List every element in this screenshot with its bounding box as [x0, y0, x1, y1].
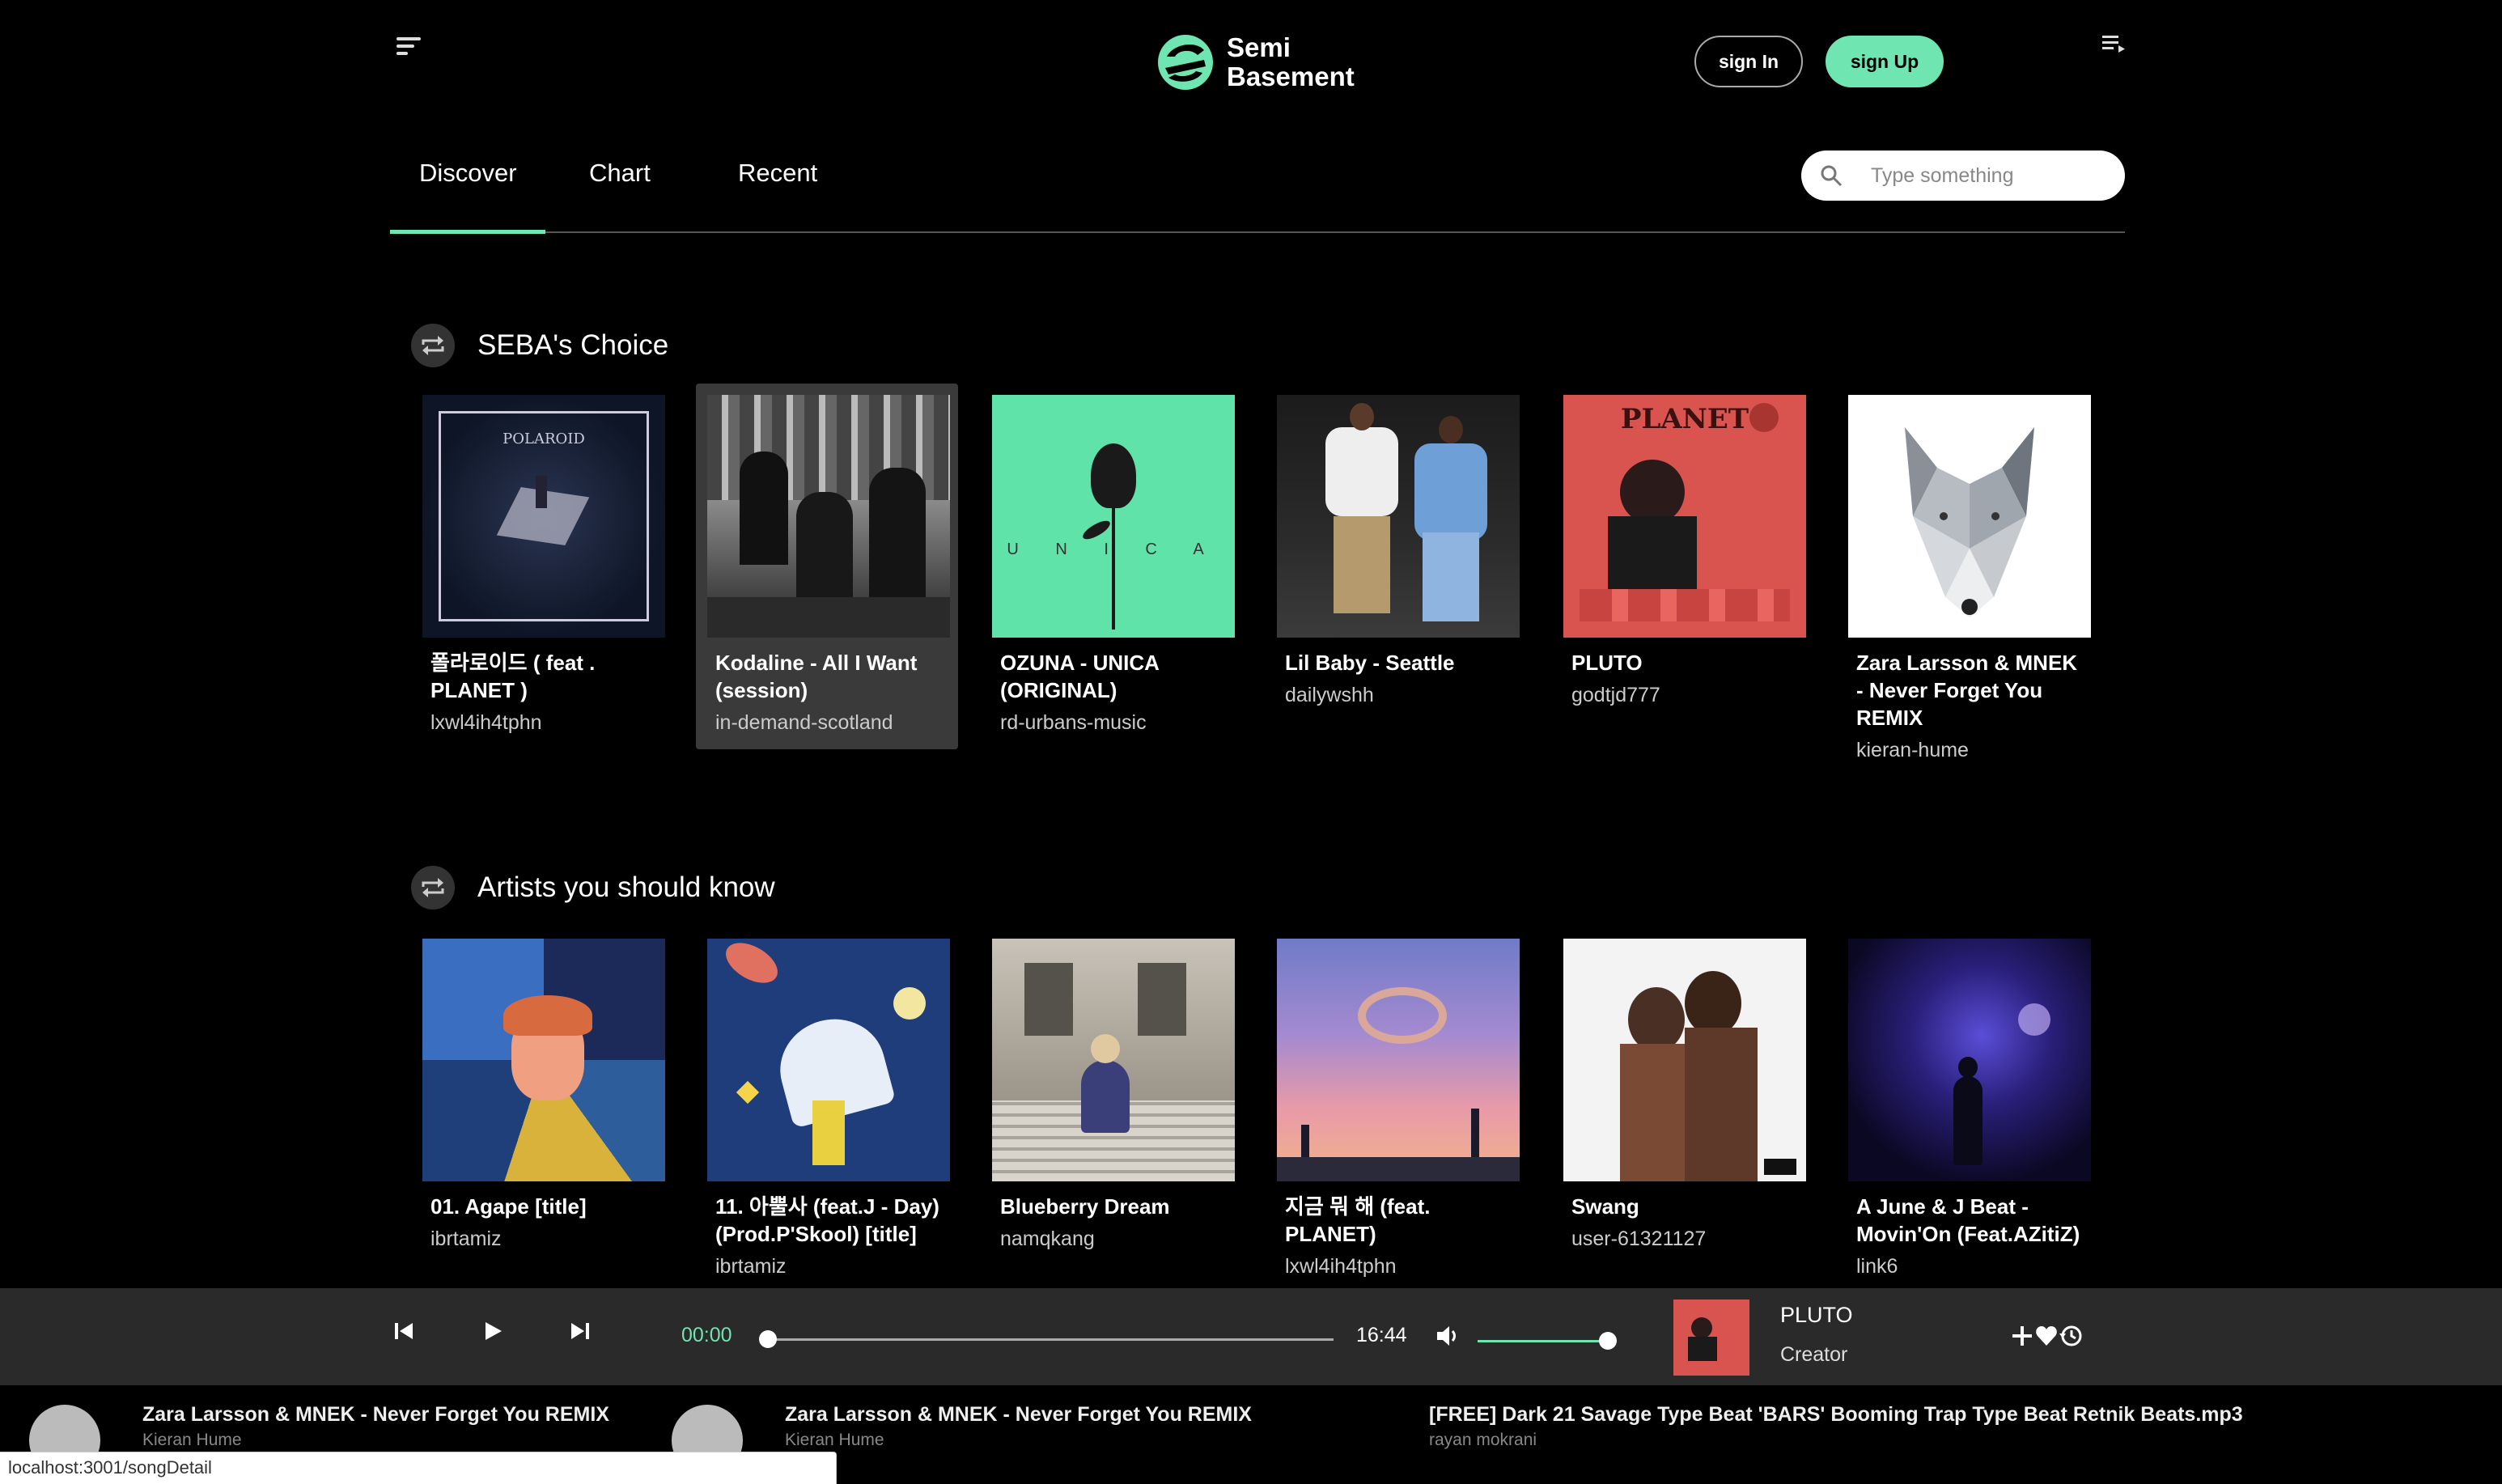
album-cover	[992, 939, 1235, 1181]
song-artist[interactable]: godtjd777	[1563, 681, 1803, 709]
logo-text-line1: Semi	[1227, 32, 1291, 62]
search-input[interactable]	[1871, 163, 2114, 188]
song-artist[interactable]: dailywshh	[1277, 681, 1516, 709]
song-title: 지금 뭐 해 (feat. PLANET)	[1285, 1194, 1431, 1246]
tab-discover[interactable]: Discover	[419, 159, 517, 188]
song-card[interactable]: Swang user-61321127	[1552, 927, 1814, 1266]
play-icon[interactable]	[482, 1321, 503, 1342]
progress-knob[interactable]	[759, 1330, 777, 1348]
album-cover: PLANET	[1563, 395, 1806, 638]
logo[interactable]: Semi Basement	[1157, 32, 1355, 92]
volume-knob[interactable]	[1599, 1332, 1617, 1350]
album-cover	[1848, 939, 2091, 1181]
strip-item-artist[interactable]: Kieran Hume	[142, 1431, 242, 1450]
album-cover	[707, 395, 950, 638]
song-artist[interactable]: in-demand-scotland	[707, 709, 947, 736]
song-title: Swang	[1571, 1194, 1639, 1219]
song-card[interactable]: Blueberry Dream namqkang	[981, 927, 1243, 1266]
song-title: 폴라로이드 ( feat . PLANET )	[430, 651, 596, 702]
song-title: OZUNA - UNICA (ORIGINAL)	[1000, 651, 1159, 702]
strip-item-title[interactable]: Zara Larsson & MNEK - Never Forget You R…	[142, 1403, 609, 1427]
song-card[interactable]: 11. 아뿔사 (feat.J - Day) (Prod.P'Skool) [t…	[696, 927, 958, 1293]
album-cover	[1277, 395, 1520, 638]
song-card[interactable]: PLANET PLUTO godtjd777	[1552, 384, 1814, 722]
song-artist[interactable]: ibrtamiz	[422, 1225, 662, 1253]
cover-text: U N I C A	[1007, 541, 1220, 558]
menu-icon[interactable]	[397, 37, 424, 57]
repeat-icon[interactable]	[411, 324, 455, 367]
volume-slider[interactable]	[1478, 1332, 1617, 1350]
song-artist[interactable]: link6	[1848, 1253, 2088, 1280]
repeat-icon[interactable]	[411, 866, 455, 909]
playlist-icon[interactable]	[2102, 34, 2127, 55]
song-card[interactable]: Lil Baby - Seattle dailywshh	[1266, 384, 1528, 722]
song-artist[interactable]: lxwl4ih4tphn	[1277, 1253, 1516, 1280]
status-bar-url: localhost:3001/songDetail	[0, 1452, 837, 1484]
song-title: 01. Agape [title]	[430, 1194, 587, 1219]
progress-slider[interactable]	[759, 1330, 1334, 1348]
song-artist[interactable]: ibrtamiz	[707, 1253, 947, 1280]
tab-chart[interactable]: Chart	[589, 159, 651, 188]
song-title: Kodaline - All I Want (session)	[715, 651, 918, 702]
strip-item-title[interactable]: Zara Larsson & MNEK - Never Forget You R…	[785, 1403, 1252, 1427]
album-cover: POLAROID	[422, 395, 665, 638]
total-time: 16:44	[1356, 1324, 1407, 1346]
song-title: Blueberry Dream	[1000, 1194, 1170, 1219]
strip-item-artist[interactable]: rayan mokrani	[1429, 1431, 1537, 1450]
active-tab-indicator	[390, 230, 545, 234]
album-cover: U N I C A	[992, 395, 1235, 638]
song-title: Lil Baby - Seattle	[1285, 651, 1455, 675]
history-icon[interactable]	[2059, 1324, 2083, 1352]
search-icon	[1821, 165, 1843, 187]
song-card[interactable]: POLAROID 폴라로이드 ( feat . PLANET ) lxwl4ih…	[411, 384, 673, 749]
strip-item-artist[interactable]: Kieran Hume	[785, 1431, 884, 1450]
logo-text-line2: Basement	[1227, 61, 1355, 91]
sign-up-button[interactable]: sign Up	[1826, 36, 1944, 87]
album-cover	[1563, 939, 1806, 1181]
heart-icon[interactable]	[2034, 1324, 2059, 1352]
song-card[interactable]: Kodaline - All I Want (session) in-deman…	[696, 384, 958, 749]
section-title: Artists you should know	[477, 871, 775, 903]
song-card[interactable]: 지금 뭐 해 (feat. PLANET) lxwl4ih4tphn	[1266, 927, 1528, 1293]
now-playing-title[interactable]: PLUTO	[1780, 1303, 1853, 1328]
tab-recent[interactable]: Recent	[738, 159, 817, 188]
now-playing-creator[interactable]: Creator	[1780, 1343, 1847, 1367]
add-icon[interactable]	[2010, 1324, 2034, 1352]
song-title: Zara Larsson & MNEK - Never Forget You R…	[1856, 651, 2078, 730]
logo-icon	[1158, 35, 1213, 90]
album-cover	[1277, 939, 1520, 1181]
song-title: PLUTO	[1571, 651, 1643, 675]
cover-text: POLAROID	[503, 430, 585, 447]
strip-item-title[interactable]: [FREE] Dark 21 Savage Type Beat 'BARS' B…	[1429, 1403, 2243, 1427]
volume-icon[interactable]	[1435, 1324, 1461, 1348]
song-artist[interactable]: rd-urbans-music	[992, 709, 1232, 736]
song-card[interactable]: U N I C A OZUNA - UNICA (ORIGINAL) rd-ur…	[981, 384, 1243, 749]
next-icon[interactable]	[570, 1321, 591, 1342]
section-header-seba-choice: SEBA's Choice	[411, 324, 668, 367]
song-card[interactable]: 01. Agape [title] ibrtamiz	[411, 927, 673, 1266]
song-card[interactable]: Zara Larsson & MNEK - Never Forget You R…	[1837, 384, 2099, 777]
now-playing-cover[interactable]	[1673, 1300, 1749, 1376]
search-box[interactable]	[1801, 151, 2125, 201]
song-title: A June & J Beat - Movin'On (Feat.AZitiZ)	[1856, 1194, 2080, 1246]
song-title: 11. 아뿔사 (feat.J - Day) (Prod.P'Skool) [t…	[715, 1194, 939, 1246]
sign-in-button[interactable]: sign In	[1694, 36, 1803, 87]
song-artist[interactable]: user-61321127	[1563, 1225, 1803, 1253]
album-cover	[707, 939, 950, 1181]
section-header-artists: Artists you should know	[411, 866, 775, 909]
album-cover	[1848, 395, 2091, 638]
album-cover	[422, 939, 665, 1181]
song-artist[interactable]: kieran-hume	[1848, 736, 2088, 764]
player-actions	[2010, 1324, 2083, 1352]
player-bar: 00:00 16:44 PLUTO Creator	[0, 1288, 2502, 1385]
previous-icon[interactable]	[393, 1321, 414, 1342]
song-artist[interactable]: lxwl4ih4tphn	[422, 709, 662, 736]
wolf-illustration	[1905, 427, 2034, 617]
section-title: SEBA's Choice	[477, 329, 669, 361]
current-time: 00:00	[681, 1324, 732, 1346]
song-card[interactable]: A June & J Beat - Movin'On (Feat.AZitiZ)…	[1837, 927, 2099, 1293]
song-artist[interactable]: namqkang	[992, 1225, 1232, 1253]
